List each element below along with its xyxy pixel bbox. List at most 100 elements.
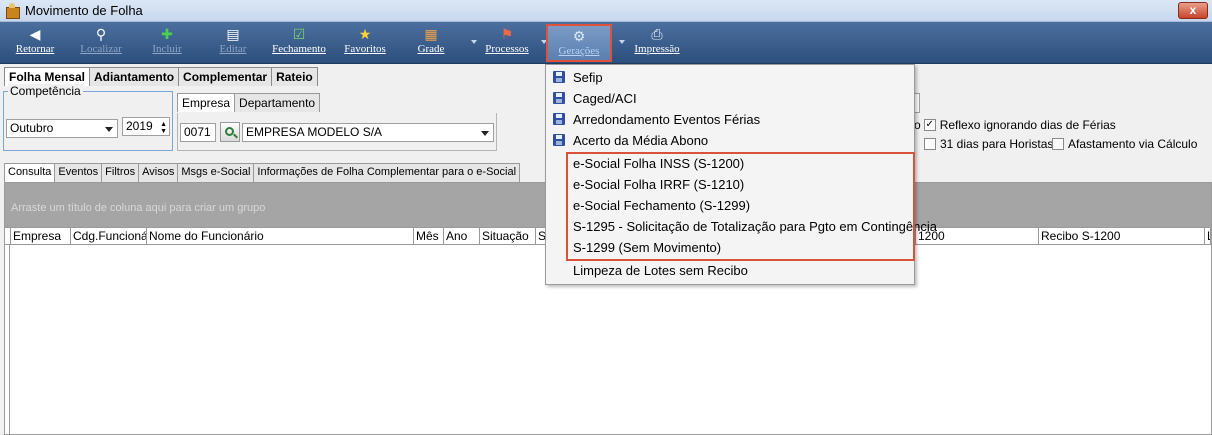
lookup-button[interactable] [220, 122, 240, 142]
save-disk-icon [553, 92, 565, 104]
reflexo-checkbox[interactable]: o ✓ Reflexo ignorando dias de Férias [914, 118, 1116, 132]
chevron-down-icon [481, 131, 489, 136]
menu-item-acerto-media[interactable]: Acerto da Média Abono [546, 130, 914, 151]
column-header[interactable]: Cdg.Funcionário [71, 228, 147, 245]
year-stepper[interactable]: 2019 ▲ ▼ [122, 117, 170, 136]
menu-item-esocial-irrf[interactable]: e-Social Folha IRRF (S-1210) [546, 174, 914, 195]
editar-label: Editar [219, 43, 247, 55]
incluir-label: Incluir [152, 43, 182, 55]
back-icon: ◀ [29, 26, 41, 42]
retornar-label: Retornar [15, 43, 55, 55]
column-header[interactable]: Situação [480, 228, 536, 245]
gear-icon: ⚙ [572, 28, 586, 44]
fechamento-button[interactable]: ☑ Fechamento [268, 24, 330, 62]
sub-tabs: Consulta Eventos Filtros Avisos Msgs e-S… [4, 163, 521, 182]
competencia-legend: Competência [8, 84, 83, 98]
partial-option-text: o [914, 118, 921, 132]
checklist-icon: ☑ [292, 26, 306, 42]
edit-icon: ▤ [226, 26, 240, 42]
grade-button[interactable]: ▦ Grade [400, 24, 462, 62]
menu-item-s1295[interactable]: S-1295 - Solicitação de Totalização para… [546, 216, 937, 237]
check-icon: ✓ [923, 119, 936, 131]
stepper-up-icon[interactable]: ▲ [160, 121, 167, 128]
menu-item-label: Limpeza de Lotes sem Recibo [573, 263, 748, 278]
localizar-label: Localizar [80, 43, 122, 55]
empresa-code-field[interactable]: 0071 [180, 123, 216, 142]
menu-item-label: Caged/ACI [573, 91, 637, 106]
window-title: Movimento de Folha [25, 3, 143, 18]
impressao-dropdown-arrow[interactable] [619, 40, 625, 44]
column-header[interactable]: Mês [414, 228, 444, 245]
menu-item-label: e-Social Fechamento (S-1299) [573, 198, 751, 213]
grid-icon: ▦ [424, 26, 438, 42]
menu-item-esocial-inss[interactable]: e-Social Folha INSS (S-1200) [546, 153, 914, 174]
afastamento-label: Afastamento via Cálculo [1068, 137, 1198, 151]
geracoes-button[interactable]: ⚙ Gerações [546, 24, 612, 62]
printer-icon: ⎙ [651, 26, 663, 42]
tab-consulta[interactable]: Consulta [4, 163, 56, 182]
tab-departamento[interactable]: Departamento [234, 93, 321, 112]
menu-item-label: Arredondamento Eventos Férias [573, 112, 761, 127]
empresa-code-value: 0071 [184, 125, 211, 139]
column-header[interactable]: Ano [444, 228, 480, 245]
tab-complementar[interactable]: Complementar [178, 67, 273, 87]
processos-button[interactable]: ⚑ Processos [476, 24, 538, 62]
grid-row-indicator [5, 245, 10, 435]
empresa-box: 0071 EMPRESA MODELO S/A [177, 113, 497, 151]
afastamento-checkbox[interactable]: Afastamento via Cálculo [1052, 137, 1197, 151]
menu-item-limpeza-lotes[interactable]: Limpeza de Lotes sem Recibo [546, 260, 914, 281]
menu-item-esocial-fechamento[interactable]: e-Social Fechamento (S-1299) [546, 195, 914, 216]
menu-item-caged[interactable]: Caged/ACI [546, 88, 914, 109]
stepper-down-icon[interactable]: ▼ [160, 128, 167, 135]
tab-avisos[interactable]: Avisos [138, 163, 179, 182]
month-select[interactable]: Outubro [6, 119, 118, 138]
tab-filtros[interactable]: Filtros [101, 163, 140, 182]
localizar-button[interactable]: ⚲ Localizar [70, 24, 132, 62]
tab-empresa[interactable]: Empresa [177, 93, 236, 112]
year-value: 2019 [126, 119, 153, 133]
close-button[interactable]: x [1178, 2, 1208, 19]
tab-msgs-esocial[interactable]: Msgs e-Social [177, 163, 255, 182]
menu-item-sefip[interactable]: Sefip [546, 67, 914, 88]
column-header[interactable]: Empresa [11, 228, 71, 245]
month-value: Outubro [10, 121, 54, 135]
empresa-select[interactable]: EMPRESA MODELO S/A [242, 123, 494, 142]
favoritos-button[interactable]: ★ Favoritos [334, 24, 396, 62]
save-disk-icon [553, 71, 565, 83]
column-header[interactable]: L [1205, 228, 1211, 245]
menu-item-label: S-1299 (Sem Movimento) [573, 240, 722, 255]
menu-item-label: e-Social Folha INSS (S-1200) [573, 156, 745, 171]
column-header[interactable]: Nome do Funcionário [147, 228, 414, 245]
menu-item-s1299-sem-movimento[interactable]: S-1299 (Sem Movimento) [546, 237, 914, 258]
menu-item-arredondamento[interactable]: Arredondamento Eventos Férias [546, 109, 914, 130]
plus-icon: ✚ [161, 26, 173, 42]
reflexo-label: Reflexo ignorando dias de Férias [939, 118, 1116, 132]
menu-item-label: S-1295 - Solicitação de Totalização para… [573, 219, 937, 234]
process-icon: ⚑ [500, 26, 514, 42]
tab-rateio[interactable]: Rateio [271, 67, 318, 87]
retornar-button[interactable]: ◀ Retornar [4, 24, 66, 62]
tab-info-folha-complementar[interactable]: Informações de Folha Complementar para o… [253, 163, 521, 182]
incluir-button[interactable]: ✚ Incluir [136, 24, 198, 62]
menu-item-label: Acerto da Média Abono [573, 133, 709, 148]
menu-item-label: e-Social Folha IRRF (S-1210) [573, 177, 745, 192]
menu-item-label: Sefip [573, 70, 603, 85]
grade-label: Grade [417, 43, 445, 55]
checkbox-box [924, 138, 936, 150]
impressao-button[interactable]: ⎙ Impressão [626, 24, 688, 62]
editar-button[interactable]: ▤ Editar [202, 24, 264, 62]
geracoes-menu: Sefip Caged/ACI Arredondamento Eventos F… [545, 64, 937, 285]
window-titlebar: Movimento de Folha x [0, 0, 1212, 22]
horistas-checkbox[interactable]: 31 dias para Horistas [924, 137, 1053, 151]
toolbar: ◀ Retornar ⚲ Localizar ✚ Incluir ▤ Edita… [0, 22, 1212, 64]
tab-adiantamento[interactable]: Adiantamento [89, 67, 180, 87]
app-icon [4, 2, 20, 19]
tab-eventos[interactable]: Eventos [54, 163, 103, 182]
magnifier-icon: ⚲ [95, 26, 107, 42]
star-icon: ★ [358, 26, 372, 42]
fechamento-label: Fechamento [272, 43, 326, 55]
column-header[interactable]: Recibo S-1200 [1039, 228, 1205, 245]
competencia-group: Competência Outubro 2019 ▲ ▼ [3, 84, 173, 151]
horistas-label: 31 dias para Horistas [940, 137, 1054, 151]
group-hint: Arraste um título de coluna aqui para cr… [11, 202, 266, 214]
